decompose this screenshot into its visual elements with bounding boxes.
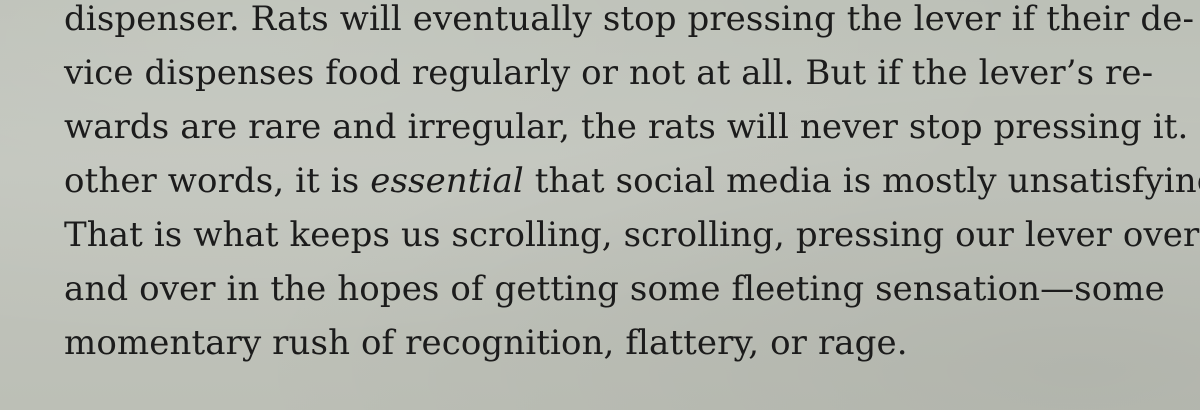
book-page: dispenser. Rats will eventually stop pre… xyxy=(0,0,1200,410)
text-line-4-after: that social media is mostly unsatisfying… xyxy=(523,161,1200,201)
emphasized-word: essential xyxy=(370,161,524,201)
text-line-4: other words, it is essential that social… xyxy=(64,154,1200,208)
text-line-6: and over in the hopes of getting some fl… xyxy=(64,269,1165,309)
text-line-4-before: other words, it is xyxy=(64,161,371,201)
paragraph: dispenser. Rats will eventually stop pre… xyxy=(64,0,1200,370)
text-line-1: dispenser. Rats will eventually stop pre… xyxy=(64,0,1195,39)
text-line-2: vice dispenses food regularly or not at … xyxy=(64,53,1154,93)
text-line-3: wards are rare and irregular, the rats w… xyxy=(64,107,1200,147)
text-line-7: momentary rush of recognition, flattery,… xyxy=(64,323,908,363)
text-line-5: That is what keeps us scrolling, scrolli… xyxy=(64,215,1200,255)
